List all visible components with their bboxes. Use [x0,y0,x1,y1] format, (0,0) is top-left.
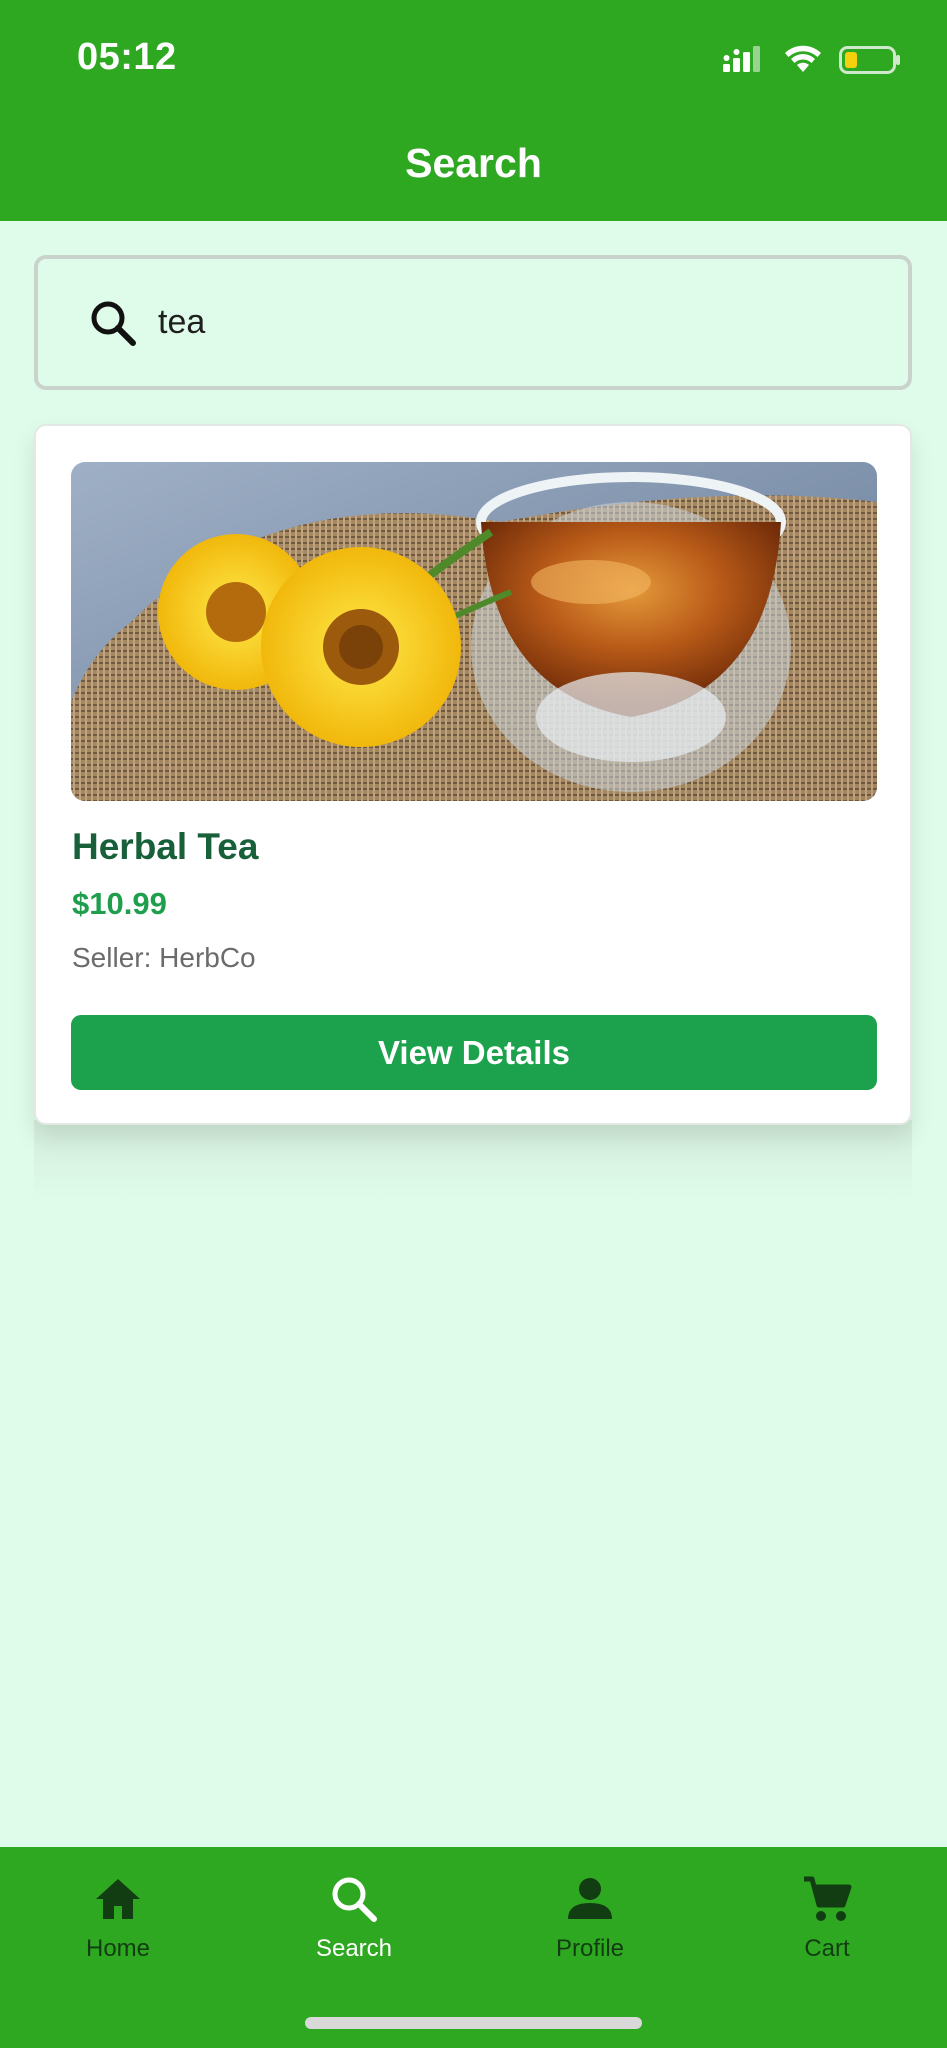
wifi-icon [785,45,821,72]
product-seller: Seller: HerbCo [72,942,256,973]
search-screen: 05:12 Search tea Herbal Tea $10.99 Selle… [0,0,947,2048]
bottom-nav: Home Search Profile Cart [0,1847,947,2048]
herbal-tea-image [71,462,877,801]
battery-icon [839,46,900,74]
view-details-button[interactable]: View Details [71,1015,877,1090]
nav-label-search: Search [315,1935,393,1962]
card-shadow [34,1120,912,1200]
app-header: 05:12 Search [0,0,947,221]
search-icon [332,1877,377,1922]
search-input[interactable] [158,303,858,342]
nav-item-profile[interactable]: Profile [490,1873,690,1983]
product-name: Herbal Tea [72,826,259,867]
nav-item-search[interactable]: Search [254,1873,454,1983]
product-price: $10.99 [72,886,167,921]
nav-item-home[interactable]: Home [18,1873,218,1983]
home-indicator [305,2017,642,2029]
profile-icon [568,1878,612,1919]
search-bar[interactable] [34,255,912,390]
page-title: Search [405,140,542,186]
nav-label-profile: Profile [555,1935,625,1962]
status-icons [723,44,901,76]
search-icon [91,301,136,346]
home-icon [96,1879,140,1919]
signal-icon [723,46,760,72]
product-card[interactable]: Herbal Tea $10.99 Seller: HerbCo View De… [34,424,912,1125]
nav-item-cart[interactable]: Cart [727,1873,927,1983]
status-time: 05:12 [77,36,177,78]
cart-icon [804,1876,852,1921]
nav-label-cart: Cart [804,1935,850,1962]
nav-label-home: Home [85,1935,151,1962]
